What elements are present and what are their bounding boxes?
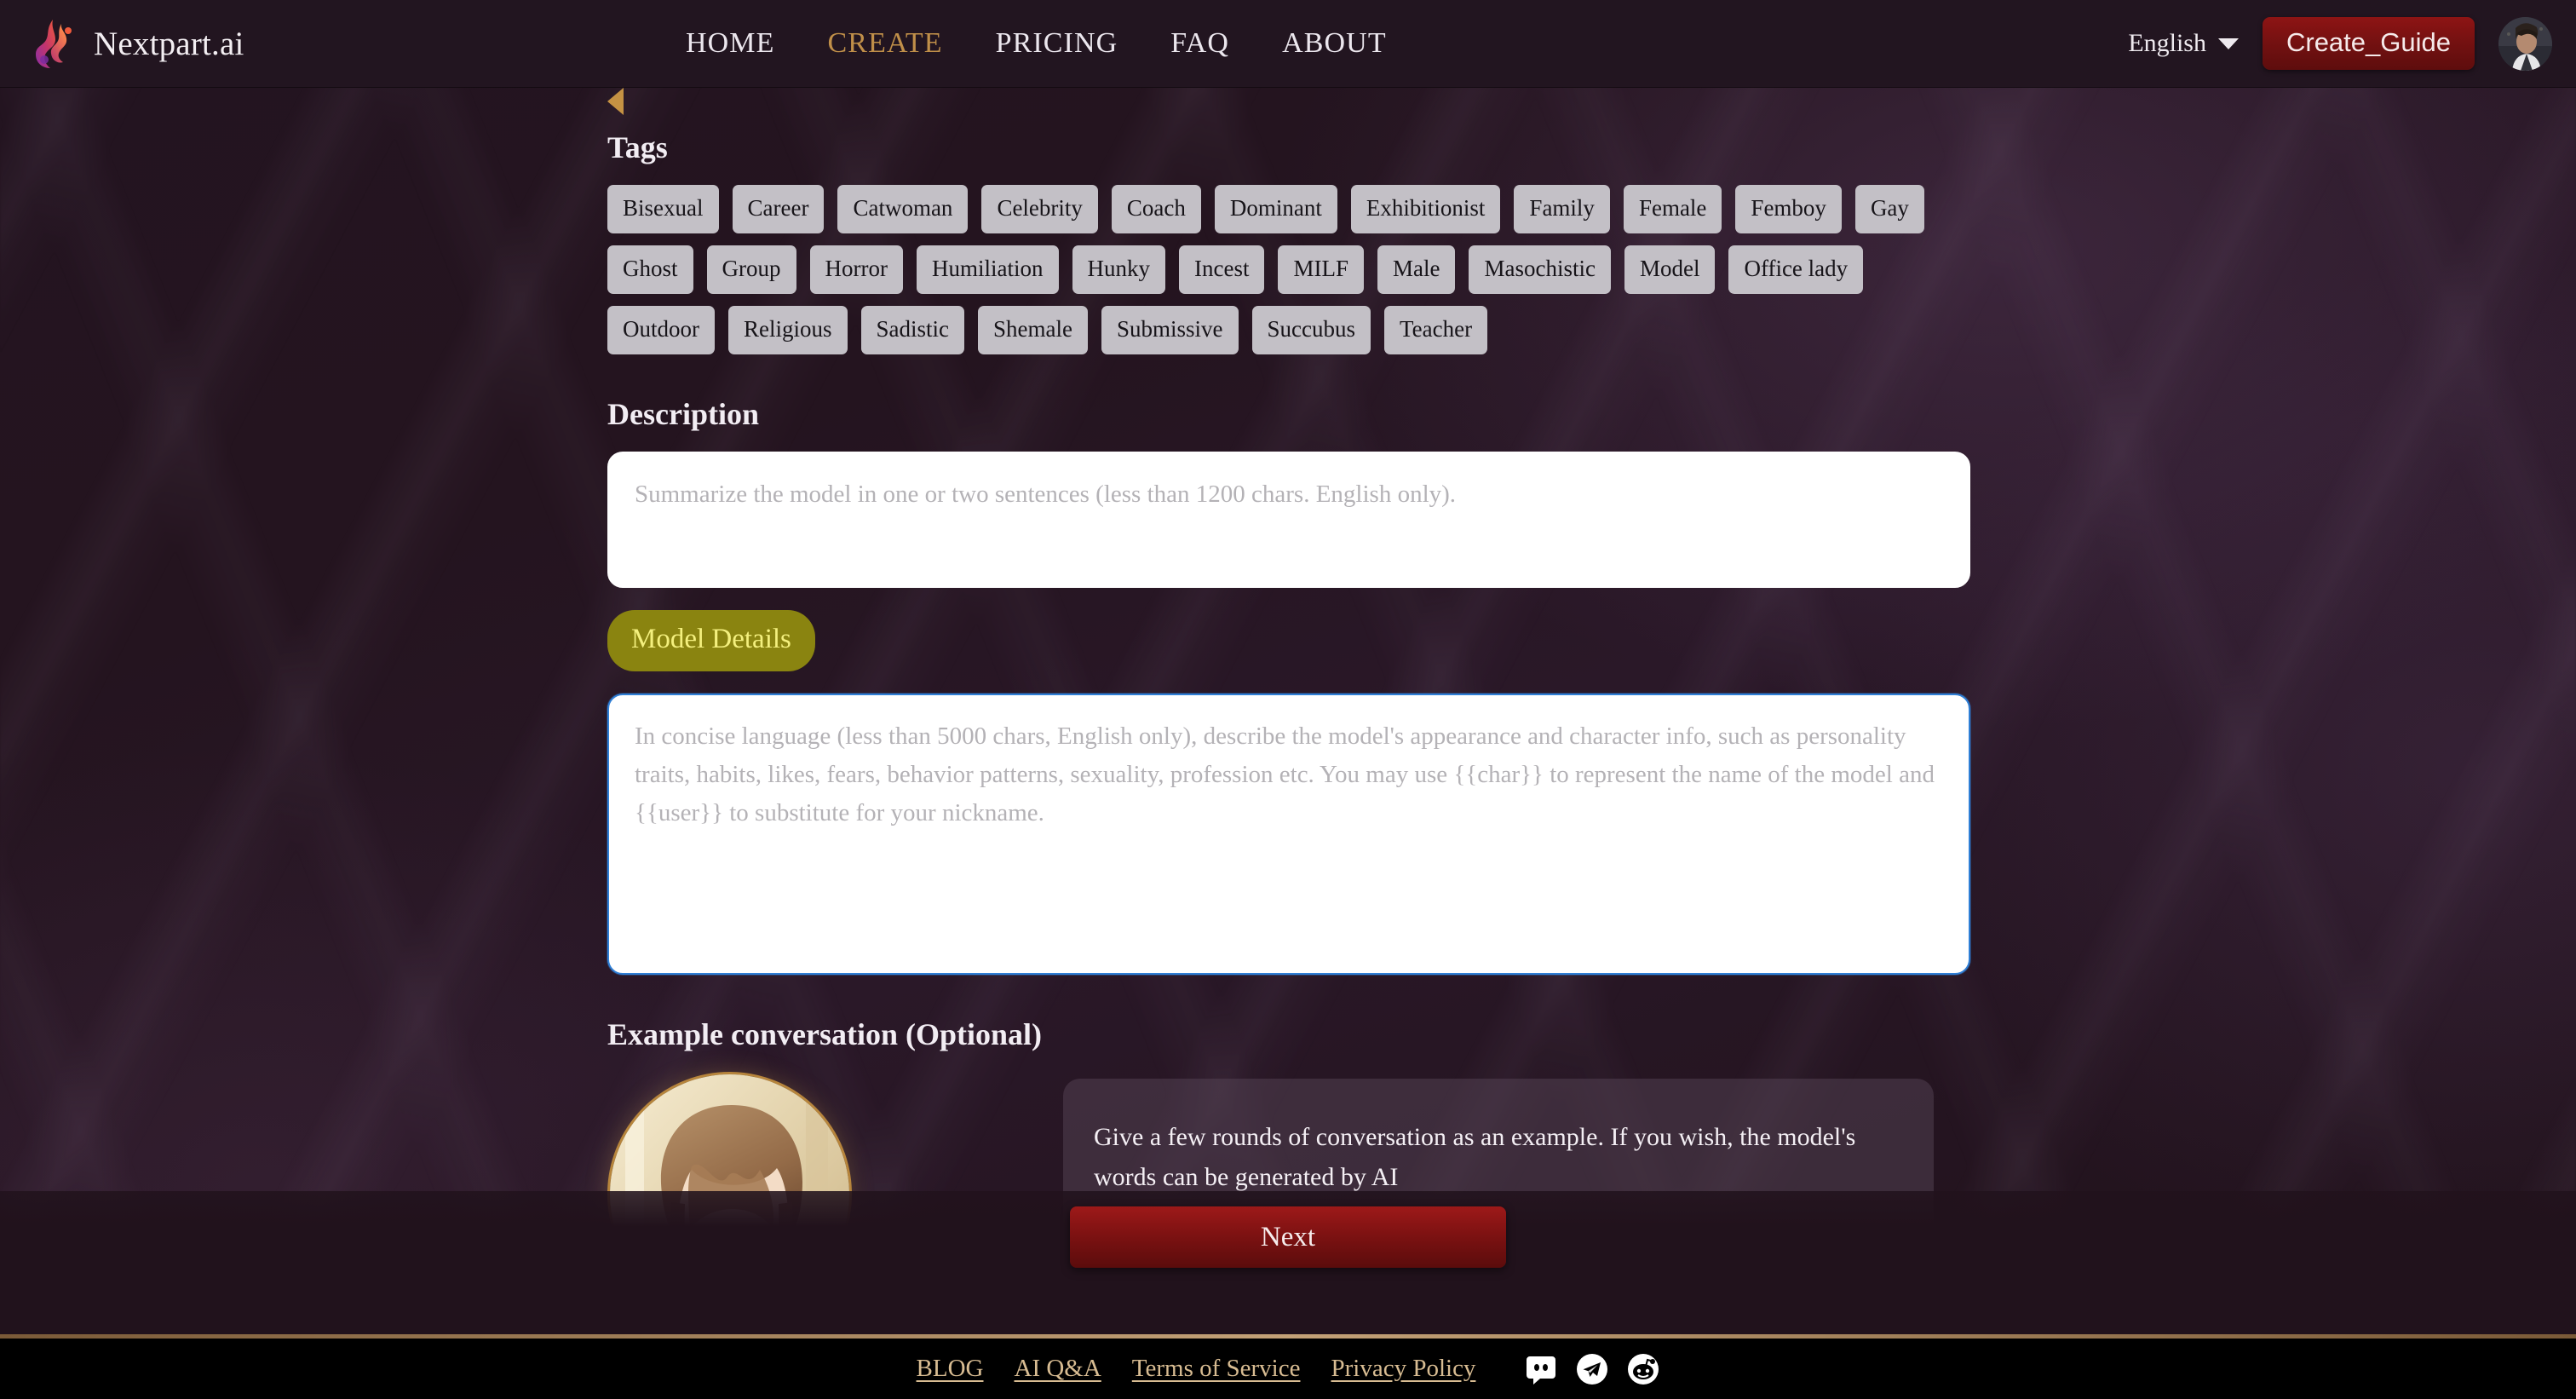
description-input[interactable] (607, 452, 1970, 588)
tags-label: Tags (607, 130, 668, 164)
example-conversation-label: Example conversation (Optional) (607, 1017, 1042, 1051)
telegram-icon[interactable] (1576, 1353, 1608, 1385)
tag-option[interactable]: Gay (1854, 185, 1924, 233)
model-details-field-wrap (607, 694, 1970, 975)
site-footer: BLOG AI Q&A Terms of Service Privacy Pol… (0, 1339, 2576, 1399)
example-hint-text: Give a few rounds of conversation as an … (1094, 1123, 1856, 1191)
tag-option[interactable]: Catwoman (837, 185, 969, 233)
footer-link-ai-qa[interactable]: AI Q&A (1015, 1355, 1101, 1383)
page-root: Nextpart.ai HOME CREATE PRICING FAQ ABOU… (0, 0, 2576, 1399)
triangle-left-icon[interactable] (607, 88, 624, 115)
page-content: Tags Bisexual Career Catwoman Celebrity … (0, 88, 2576, 1316)
nav-item-home[interactable]: HOME (686, 27, 775, 60)
tag-option[interactable]: Hunky (1072, 245, 1165, 294)
tag-option[interactable]: Dominant (1214, 185, 1337, 233)
chevron-down-icon (2217, 37, 2239, 49)
tag-option[interactable]: Female (1623, 185, 1722, 233)
footer-link-terms-of-service[interactable]: Terms of Service (1132, 1355, 1301, 1383)
model-details-input[interactable] (607, 694, 1970, 975)
reddit-icon[interactable] (1627, 1353, 1659, 1385)
tag-option[interactable]: Teacher (1384, 306, 1488, 354)
tag-option[interactable]: Masochistic (1469, 245, 1611, 294)
nav-item-create[interactable]: CREATE (828, 27, 943, 60)
tag-option[interactable]: Horror (809, 245, 903, 294)
tag-option[interactable]: Celebrity (981, 185, 1098, 233)
tag-option[interactable]: Family (1514, 185, 1610, 233)
model-details-badge-row: Model Details (607, 610, 1970, 671)
sticky-action-bar: Next (0, 1191, 2576, 1353)
nav-item-about[interactable]: ABOUT (1282, 27, 1387, 60)
language-label: English (2128, 29, 2206, 57)
tag-option[interactable]: Model (1624, 245, 1716, 294)
main-nav: HOME CREATE PRICING FAQ ABOUT (686, 27, 1387, 60)
tag-option[interactable]: Ghost (607, 245, 693, 294)
footer-link-blog[interactable]: BLOG (917, 1355, 984, 1383)
user-avatar[interactable] (2498, 16, 2552, 71)
tag-option[interactable]: Career (732, 185, 825, 233)
tag-option[interactable]: Bisexual (607, 185, 719, 233)
tag-option[interactable]: Shemale (978, 306, 1088, 354)
model-details-badge[interactable]: Model Details (607, 610, 815, 671)
tag-option[interactable]: Incest (1179, 245, 1265, 294)
social-links (1525, 1353, 1659, 1385)
brand-name: Nextpart.ai (94, 25, 244, 62)
tag-option[interactable]: MILF (1278, 245, 1364, 294)
tag-option[interactable]: Sadistic (860, 306, 965, 354)
nav-right-cluster: English Create_Guide (2128, 16, 2552, 71)
description-field-wrap (607, 452, 1970, 588)
tag-option[interactable]: Humiliation (917, 245, 1059, 294)
top-navigation-bar: Nextpart.ai HOME CREATE PRICING FAQ ABOU… (0, 0, 2576, 88)
tag-option[interactable]: Outdoor (607, 306, 715, 354)
next-button[interactable]: Next (1070, 1206, 1506, 1268)
tag-option[interactable]: Submissive (1101, 306, 1239, 354)
description-label: Description (607, 397, 759, 431)
tag-option[interactable]: Group (706, 245, 796, 294)
nav-item-faq[interactable]: FAQ (1170, 27, 1229, 60)
create-guide-button[interactable]: Create_Guide (2262, 17, 2475, 70)
nav-item-pricing[interactable]: PRICING (996, 27, 1118, 60)
tag-option[interactable]: Office lady (1728, 245, 1864, 294)
discord-icon[interactable] (1525, 1353, 1557, 1385)
tag-option[interactable]: Femboy (1735, 185, 1842, 233)
form-column: Tags Bisexual Career Catwoman Celebrity … (607, 88, 1970, 1316)
tag-option[interactable]: Exhibitionist (1350, 185, 1501, 233)
language-selector[interactable]: English (2128, 29, 2239, 58)
brand-logo[interactable]: Nextpart.ai (29, 17, 244, 70)
tag-option[interactable]: Religious (728, 306, 848, 354)
tag-option[interactable]: Coach (1111, 185, 1201, 233)
flame-swirl-logo-icon (29, 17, 78, 70)
tag-list: Bisexual Career Catwoman Celebrity Coach… (607, 185, 1936, 354)
footer-link-privacy-policy[interactable]: Privacy Policy (1331, 1355, 1475, 1383)
tag-option[interactable]: Male (1377, 245, 1456, 294)
tag-option[interactable]: Succubus (1251, 306, 1371, 354)
